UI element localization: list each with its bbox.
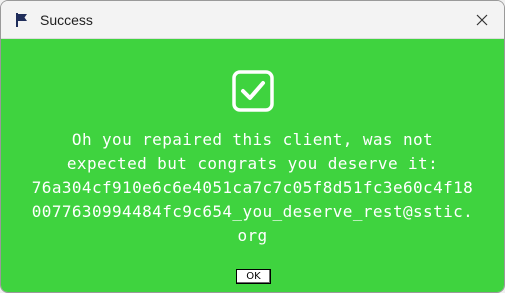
message-line-3: 76a304cf910e6c6e4051ca7c7c05f8d51fc3e60c… [31,178,474,197]
ok-button[interactable]: OK [236,269,271,284]
message-line-5: org [237,226,268,245]
title-bar[interactable]: Success [1,1,504,39]
close-icon [476,14,488,26]
flag-icon [16,13,27,27]
success-dialog: Success Oh you repaired this client, was… [0,0,505,293]
dialog-content: Oh you repaired this client, was not exp… [1,39,504,292]
check-icon [232,70,274,112]
message-line-2: expected but congrats you deserve it: [66,154,439,173]
close-button[interactable] [468,7,496,33]
message-line-4: 0077630994484fc9c654_you_deserve_rest@ss… [31,202,474,221]
success-message: Oh you repaired this client, was not exp… [1,128,504,248]
message-line-1: Oh you repaired this client, was not [71,130,434,149]
window-title: Success [40,12,93,28]
